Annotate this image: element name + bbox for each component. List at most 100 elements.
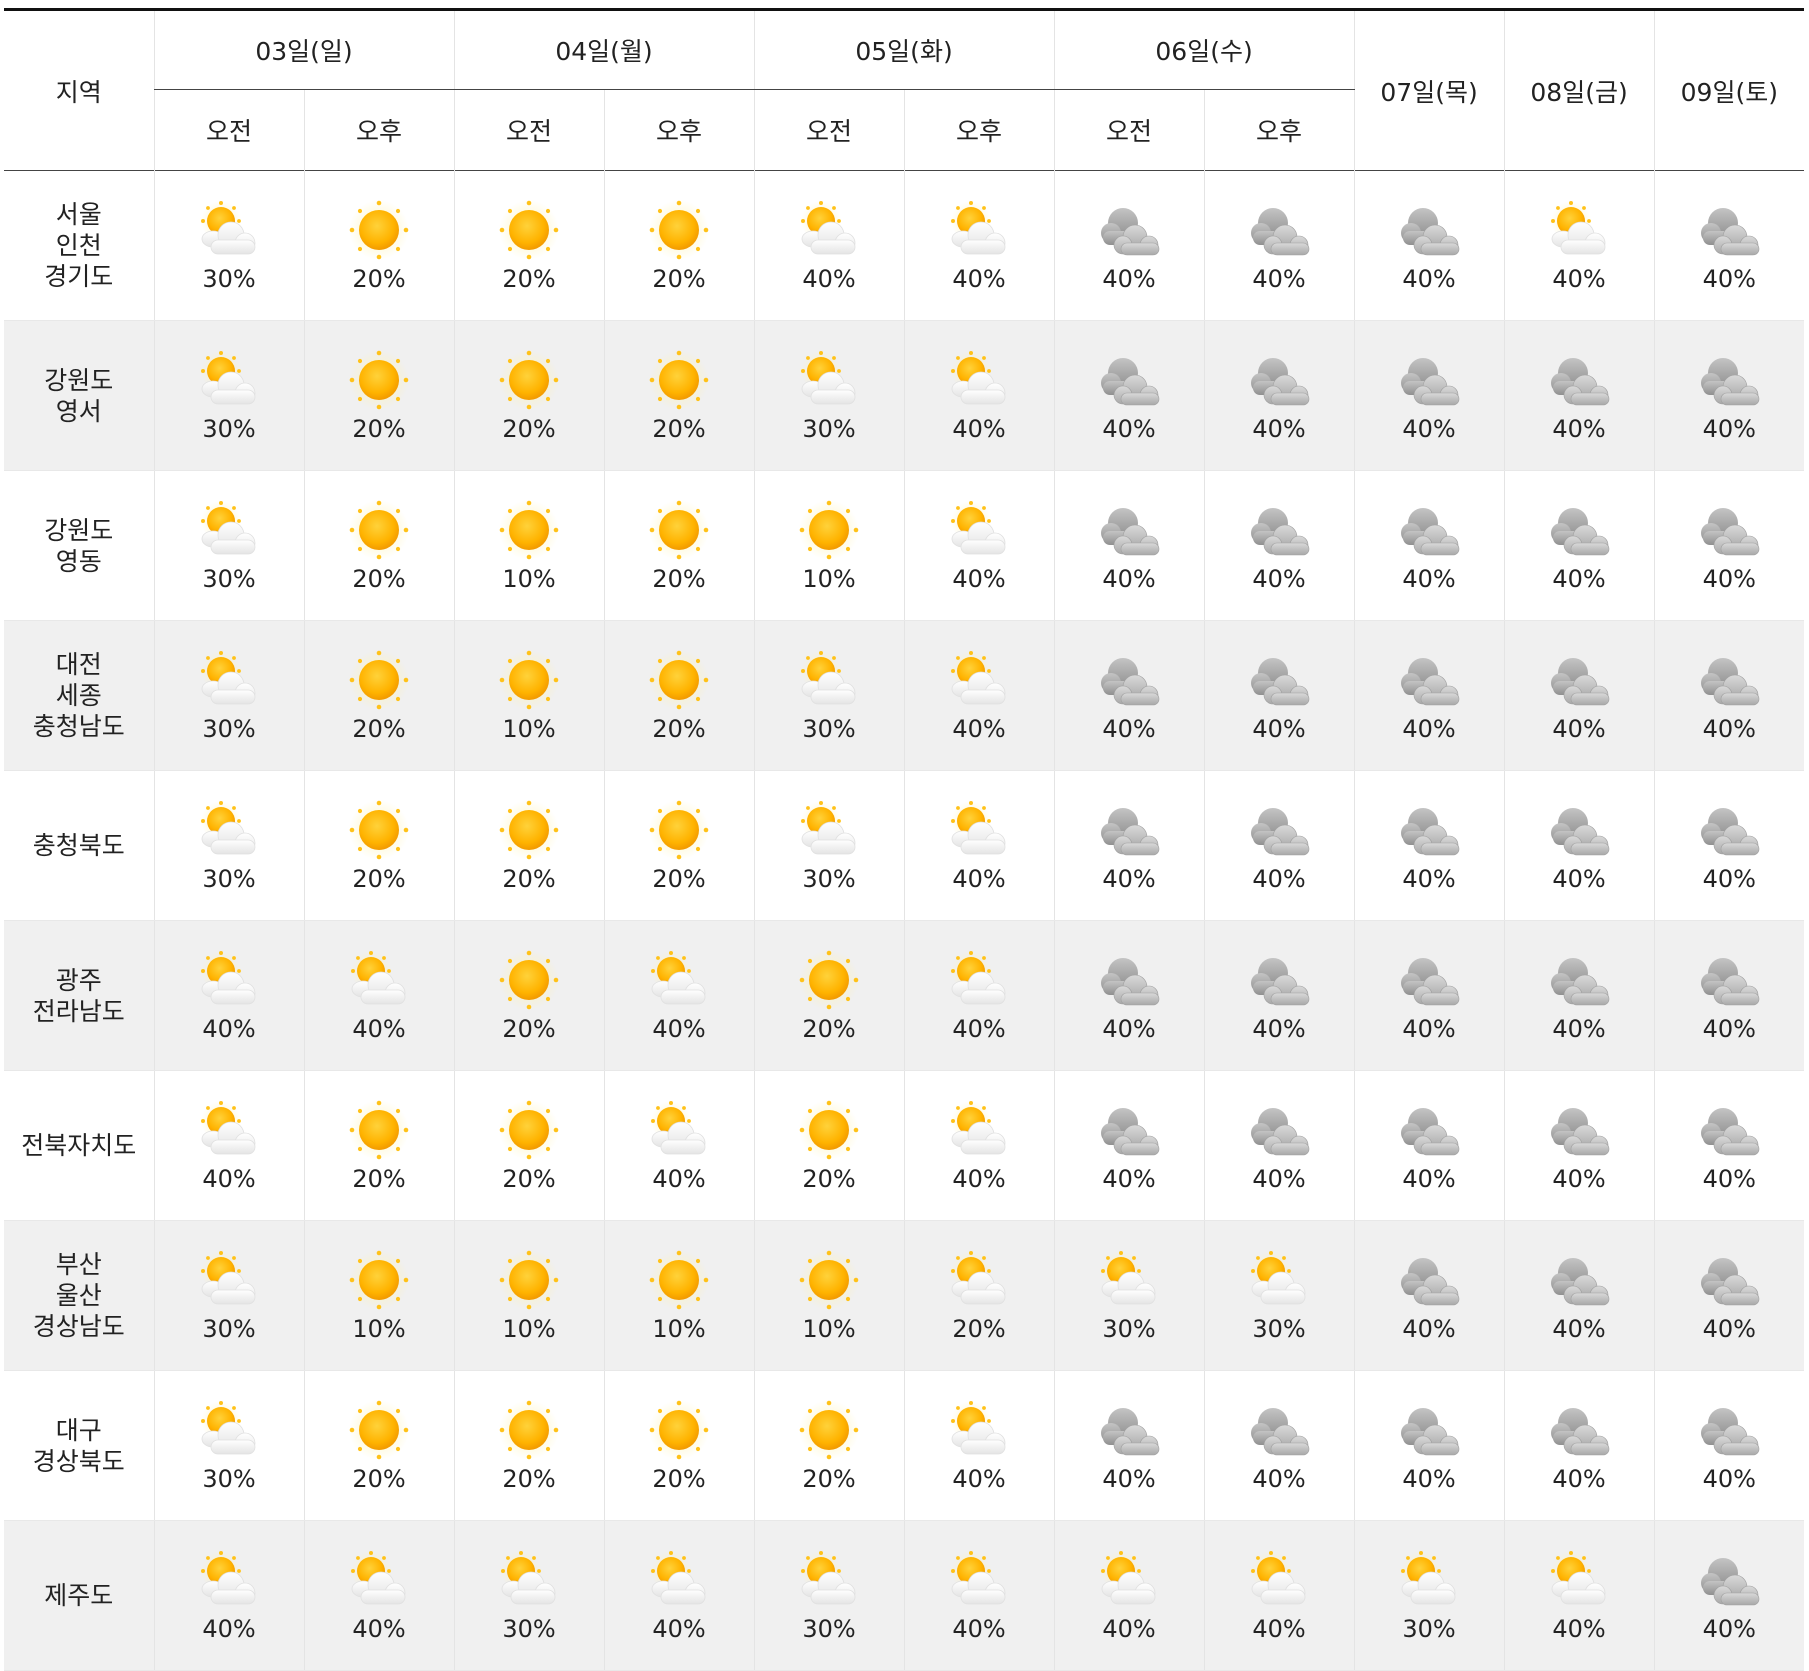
precip-probability: 20% xyxy=(352,714,406,743)
forecast-cell: 40% xyxy=(1653,470,1805,621)
table-row: 광주 전라남도 40% 40% 20% 40% 20% 40% 40% 40% 40% 40% 40% xyxy=(4,920,1805,1071)
precip-probability: 40% xyxy=(1702,264,1756,293)
sun-icon xyxy=(499,1399,560,1460)
forecast-cell: 20% xyxy=(303,170,455,321)
partly-cloudy-icon xyxy=(800,800,856,854)
forecast-cell: 40% xyxy=(303,1520,455,1671)
partly-cloudy-icon xyxy=(200,500,256,554)
region-name: 영동 xyxy=(55,546,102,576)
partly-cloudy-icon xyxy=(950,1250,1006,1304)
forecast-cell: 40% xyxy=(1203,920,1355,1071)
precip-probability: 40% xyxy=(1552,1614,1606,1643)
forecast-cell: 40% xyxy=(153,1520,304,1671)
partly-cloudy-icon xyxy=(800,650,856,704)
precip-probability: 20% xyxy=(652,264,706,293)
forecast-cell: 40% xyxy=(1503,1220,1655,1371)
precip-probability: 40% xyxy=(1402,414,1456,443)
region-name: 세종 xyxy=(55,681,102,710)
precip-probability: 40% xyxy=(952,1464,1006,1493)
cloudy-icon xyxy=(1250,357,1310,405)
sun-icon xyxy=(499,1099,560,1160)
cloudy-icon xyxy=(1250,1107,1310,1155)
forecast-cell: 40% xyxy=(1053,320,1205,471)
forecast-cell: 30% xyxy=(153,1370,304,1521)
forecast-cell: 40% xyxy=(603,1520,755,1671)
precip-probability: 40% xyxy=(652,1614,706,1643)
cloudy-icon xyxy=(1400,1407,1460,1455)
precip-probability: 40% xyxy=(952,1614,1006,1643)
precip-probability: 40% xyxy=(1252,1164,1306,1193)
partly-cloudy-icon xyxy=(800,200,856,254)
cloudy-icon xyxy=(1400,357,1460,405)
precip-probability: 20% xyxy=(652,564,706,593)
precip-probability: 40% xyxy=(1102,564,1156,593)
forecast-cell: 20% xyxy=(453,770,605,921)
region-cell: 강원도 영동 xyxy=(4,470,154,621)
cloudy-icon xyxy=(1400,507,1460,555)
forecast-cell: 20% xyxy=(903,1220,1055,1371)
forecast-cell: 40% xyxy=(1203,320,1355,471)
precip-probability: 40% xyxy=(1252,264,1306,293)
forecast-cell: 40% xyxy=(1653,320,1805,471)
pm-header: 오후 xyxy=(1203,89,1355,171)
precip-probability: 40% xyxy=(1252,414,1306,443)
precip-probability: 40% xyxy=(1402,1464,1456,1493)
sun-icon xyxy=(349,349,409,410)
forecast-cell: 40% xyxy=(1203,620,1355,771)
precip-probability: 40% xyxy=(1702,1164,1756,1193)
precip-probability: 40% xyxy=(352,1614,406,1643)
precip-probability: 40% xyxy=(1552,564,1606,593)
partly-cloudy-icon xyxy=(950,800,1006,854)
forecast-cell: 40% xyxy=(303,920,455,1071)
forecast-cell: 20% xyxy=(303,320,455,471)
region-cell: 대구 경상북도 xyxy=(4,1370,154,1521)
sun-icon xyxy=(649,199,710,260)
cloudy-icon xyxy=(1550,957,1610,1005)
forecast-cell: 20% xyxy=(603,470,755,621)
forecast-cell: 40% xyxy=(1203,1070,1355,1221)
partly-cloudy-icon xyxy=(200,1250,256,1304)
precip-probability: 40% xyxy=(1552,864,1606,893)
forecast-cell: 40% xyxy=(1203,170,1355,321)
forecast-cell: 10% xyxy=(453,470,605,621)
forecast-cell: 40% xyxy=(903,170,1055,321)
sun-icon xyxy=(799,499,860,560)
cloudy-icon xyxy=(1550,807,1610,855)
partly-cloudy-icon xyxy=(800,350,856,404)
partly-cloudy-icon xyxy=(1400,1550,1456,1604)
region-name: 경상북도 xyxy=(32,1446,125,1476)
precip-probability: 40% xyxy=(1102,414,1156,443)
forecast-cell: 40% xyxy=(1653,770,1805,921)
forecast-cell: 40% xyxy=(1353,470,1505,621)
table-row: 서울 인천 경기도 30% 20% 20% 20% 40% 40% 40% 40% 40% 40% 40% xyxy=(4,170,1805,321)
cloudy-icon xyxy=(1701,207,1760,255)
region-name: 충청남도 xyxy=(32,712,125,741)
forecast-cell: 30% xyxy=(153,770,304,921)
table-row: 대전 세종 충청남도 30% 20% 10% 20% 30% 40% 40% 40% 40% 40% 40… xyxy=(4,620,1805,771)
region-cell: 전북자치도 xyxy=(4,1070,154,1221)
forecast-cell: 40% xyxy=(1053,470,1205,621)
forecast-cell: 40% xyxy=(603,920,755,1071)
precip-probability: 30% xyxy=(802,1614,856,1643)
precip-probability: 40% xyxy=(802,264,856,293)
forecast-cell: 40% xyxy=(1053,170,1205,321)
cloudy-icon xyxy=(1701,657,1760,705)
partly-cloudy-icon xyxy=(1550,1550,1606,1604)
sun-icon xyxy=(499,649,560,710)
cloudy-icon xyxy=(1100,657,1160,705)
precip-probability: 20% xyxy=(502,264,556,293)
precip-probability: 20% xyxy=(352,1164,406,1193)
forecast-cell: 40% xyxy=(1503,170,1655,321)
forecast-cell: 40% xyxy=(1653,170,1805,321)
forecast-cell: 40% xyxy=(903,470,1055,621)
forecast-cell: 30% xyxy=(753,620,905,771)
cloudy-icon xyxy=(1701,1107,1760,1155)
precip-probability: 40% xyxy=(1252,714,1306,743)
precip-probability: 40% xyxy=(1702,414,1756,443)
forecast-cell: 30% xyxy=(453,1520,605,1671)
table-row: 강원도 영동 30% 20% 10% 20% 10% 40% 40% 40% 40% 40% 40% xyxy=(4,470,1805,621)
precip-probability: 40% xyxy=(202,1614,256,1643)
precip-probability: 40% xyxy=(1702,1014,1756,1043)
partly-cloudy-icon xyxy=(950,350,1006,404)
partly-cloudy-icon xyxy=(350,1550,406,1604)
